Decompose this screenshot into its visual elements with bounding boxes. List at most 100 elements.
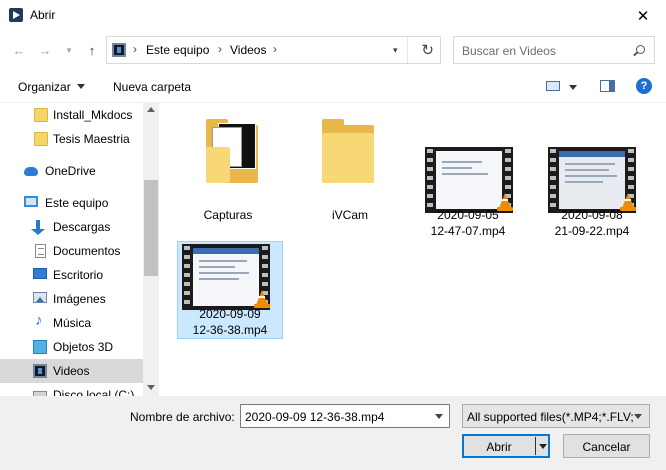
help-icon[interactable]: ? <box>636 78 652 94</box>
folder-icon <box>322 119 374 183</box>
app-icon <box>9 8 23 22</box>
breadcrumb-separator-icon: › <box>133 42 137 56</box>
sidebar-item-label: Este equipo <box>45 196 109 210</box>
open-label: Abrir <box>486 440 512 454</box>
sidebar-item-musica[interactable]: ♪ Música <box>0 311 143 335</box>
chevron-down-icon[interactable] <box>435 414 443 419</box>
sidebar-scrollbar[interactable] <box>143 103 159 396</box>
file-list: Capturas iVCam 2020-09-05 12-47-07.mp4 2… <box>160 103 666 396</box>
chevron-down-icon <box>76 84 85 89</box>
sidebar-item-este-equipo[interactable]: Este equipo <box>0 191 143 215</box>
up-arrow-icon[interactable]: ↑ <box>82 40 102 60</box>
change-view-icon[interactable] <box>546 81 560 91</box>
file-name-line1: 2020-09-09 <box>199 307 261 321</box>
breadcrumb-este-equipo[interactable]: Este equipo <box>146 43 209 57</box>
title-bar: Abrir ✕ <box>0 0 666 31</box>
cancel-button[interactable]: Cancelar <box>563 434 650 458</box>
sidebar-item-onedrive[interactable]: OneDrive <box>0 159 143 183</box>
sidebar-item-label: Install_Mkdocs <box>53 108 133 122</box>
file-item-ivcam[interactable]: iVCam <box>298 111 404 229</box>
window-title: Abrir <box>30 8 56 22</box>
music-icon: ♪ <box>35 312 43 329</box>
new-folder-button[interactable]: Nueva carpeta <box>113 80 191 94</box>
back-arrow-icon[interactable]: ← <box>9 40 29 60</box>
computer-icon <box>24 196 38 207</box>
file-type-select[interactable]: All supported files(*.MP4;*.FLV; <box>462 404 650 428</box>
dialog-footer: Nombre de archivo: 2020-09-09 12-36-38.m… <box>0 396 666 470</box>
filename-input[interactable]: 2020-09-09 12-36-38.mp4 <box>240 404 450 428</box>
file-name: iVCam <box>331 208 368 222</box>
sidebar-item-label: Disco local (C:) <box>53 388 135 396</box>
file-name-line2: 12-47-07.mp4 <box>430 224 506 238</box>
preview-pane-icon[interactable] <box>600 80 615 92</box>
filename-value: 2020-09-09 12-36-38.mp4 <box>245 410 385 424</box>
navigation-bar: ← → ▾ ↑ › Este equipo › Videos › ▾ ↻ Bus… <box>0 31 666 69</box>
file-item-video-selected[interactable]: 2020-09-09 12-36-38.mp4 <box>177 241 283 339</box>
search-placeholder: Buscar en Videos <box>462 44 556 58</box>
cloud-icon <box>24 167 38 176</box>
filename-label: Nombre de archivo: <box>130 410 235 424</box>
file-name-line1: 2020-09-05 <box>437 208 499 222</box>
videos-library-icon <box>112 43 126 57</box>
address-divider <box>407 37 408 63</box>
sidebar-item-tesis-maestria[interactable]: Tesis Maestria <box>0 127 143 151</box>
breadcrumb-separator-icon[interactable]: › <box>218 42 222 56</box>
sidebar-item-label: Descargas <box>53 220 111 234</box>
view-options-chevron-icon[interactable] <box>569 85 577 90</box>
sidebar-item-disco-local[interactable]: Disco local (C:) <box>0 383 143 396</box>
file-item-video[interactable]: 2020-09-08 21-09-22.mp4 <box>540 111 646 241</box>
sidebar-item-label: Música <box>53 316 92 330</box>
navigation-pane: Install_Mkdocs Tesis Maestria OneDrive E… <box>0 103 159 396</box>
sidebar-item-install-mkdocs[interactable]: Install_Mkdocs <box>0 103 143 127</box>
sidebar-item-label: OneDrive <box>45 164 96 178</box>
folder-icon <box>34 108 48 122</box>
sidebar-item-documentos[interactable]: Documentos <box>0 239 143 263</box>
sidebar-item-descargas[interactable]: Descargas <box>0 215 143 239</box>
sidebar-item-label: Escritorio <box>53 268 104 282</box>
desktop-icon <box>33 268 47 279</box>
sidebar-item-objetos-3d[interactable]: Objetos 3D <box>0 335 143 359</box>
forward-arrow-icon[interactable]: → <box>35 40 55 60</box>
split-divider <box>535 437 536 455</box>
sidebar-item-label: Documentos <box>53 244 121 258</box>
sidebar-item-label: Imágenes <box>53 292 106 306</box>
3d-objects-icon <box>33 340 47 354</box>
videos-icon <box>33 364 47 378</box>
organize-menu-button[interactable]: Organizar <box>18 80 85 94</box>
address-bar[interactable]: › Este equipo › Videos › ▾ ↻ <box>106 36 441 64</box>
breadcrumb-separator-icon[interactable]: › <box>273 42 277 56</box>
search-input[interactable]: Buscar en Videos <box>453 36 655 64</box>
command-toolbar: Organizar Nueva carpeta ? <box>0 69 666 103</box>
video-thumbnail <box>425 147 513 213</box>
document-icon <box>35 244 46 258</box>
breadcrumb-videos[interactable]: Videos <box>230 43 266 57</box>
folder-icon <box>206 119 258 183</box>
folder-icon <box>34 132 48 146</box>
file-name-line2: 12-36-38.mp4 <box>192 323 268 337</box>
video-thumbnail <box>182 244 270 310</box>
file-type-value: All supported files(*.MP4;*.FLV; <box>467 410 633 424</box>
sidebar-item-label: Videos <box>53 364 90 378</box>
organize-label: Organizar <box>18 80 71 94</box>
pictures-icon <box>33 292 47 303</box>
close-icon: ✕ <box>636 7 650 25</box>
sidebar-item-label: Objetos 3D <box>53 340 114 354</box>
sidebar-item-escritorio[interactable]: Escritorio <box>0 263 143 287</box>
file-item-capturas[interactable]: Capturas <box>176 111 282 229</box>
sidebar-item-videos[interactable]: Videos <box>0 359 143 383</box>
scroll-down-icon[interactable] <box>147 385 155 390</box>
open-options-chevron-icon[interactable] <box>539 444 547 449</box>
open-button[interactable]: Abrir <box>462 434 550 458</box>
recent-locations-chevron-icon[interactable]: ▾ <box>59 40 79 60</box>
scroll-up-icon[interactable] <box>147 107 155 112</box>
close-button[interactable]: ✕ <box>620 0 666 31</box>
refresh-icon[interactable]: ↻ <box>421 41 434 59</box>
search-icon <box>636 45 645 54</box>
scroll-thumb[interactable] <box>144 180 158 276</box>
video-thumbnail <box>548 147 636 213</box>
file-item-video[interactable]: 2020-09-05 12-47-07.mp4 <box>416 111 522 241</box>
address-dropdown-icon[interactable]: ▾ <box>393 45 398 56</box>
sidebar-item-imagenes[interactable]: Imágenes <box>0 287 143 311</box>
file-name-line2: 21-09-22.mp4 <box>554 224 630 238</box>
file-name-line1: 2020-09-08 <box>561 208 623 222</box>
